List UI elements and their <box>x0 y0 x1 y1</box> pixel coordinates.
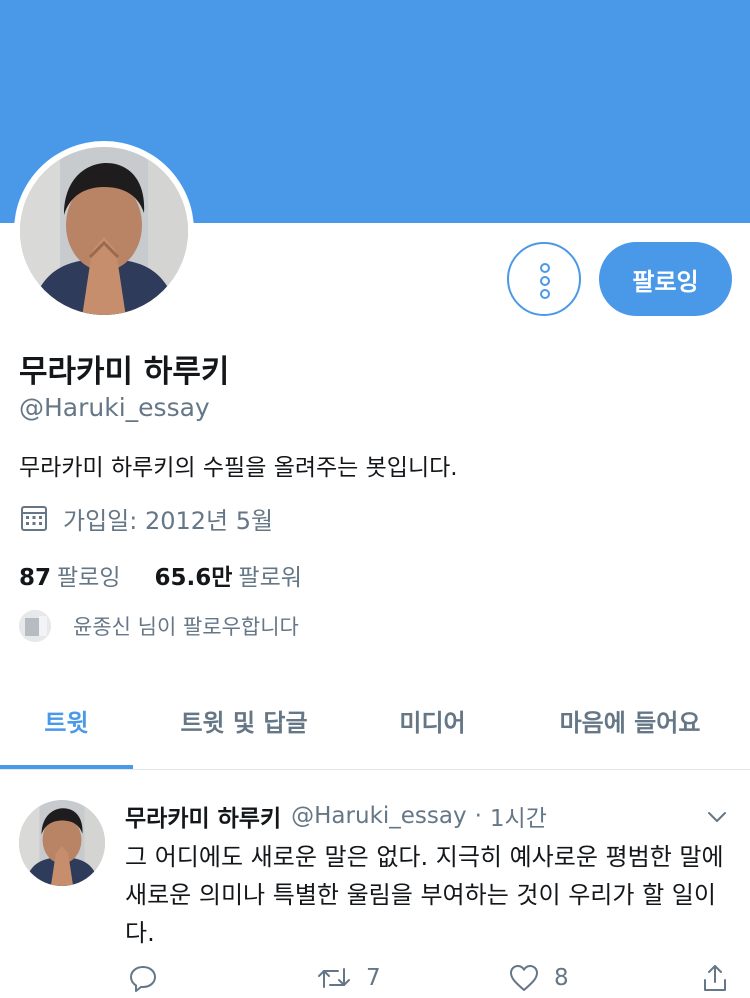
followers-label: 팔로워 <box>238 565 302 591</box>
reply-button[interactable] <box>128 958 172 998</box>
retweet-icon <box>318 968 350 988</box>
chevron-down-icon[interactable] <box>706 806 728 828</box>
retweet-button[interactable]: 7 <box>316 958 381 998</box>
tweet-text: 그 어디에도 새로운 말은 없다. 지극히 예사로운 평범한 말에 새로운 의미… <box>125 843 724 947</box>
profile-name: 무라카미 하루키 <box>19 354 230 390</box>
follower-avatar <box>19 610 51 642</box>
join-date: 가입일: 2012년 5월 <box>19 500 273 536</box>
profile-tabs: 트윗 트윗 및 답글 미디어 마음에 들어요 <box>0 672 750 770</box>
tweet-actions: 7 8 <box>0 958 750 998</box>
followed-by-text: 윤종신 님이 팔로우합니다 <box>73 615 299 639</box>
active-tab-indicator <box>0 765 133 769</box>
share-button[interactable] <box>700 958 730 998</box>
tab-tweets[interactable]: 트윗 <box>0 672 133 768</box>
tweet-author-handle[interactable]: @Haruki_essay <box>291 803 466 829</box>
heart-icon <box>510 965 538 991</box>
retweet-count: 7 <box>366 965 381 991</box>
avatar-photo <box>20 147 188 315</box>
tweet-separator: · <box>474 803 482 829</box>
tweet-header: 무라카미 하루키 @Haruki_essay · 1시간 <box>125 798 547 834</box>
profile-bio: 무라카미 하루키의 수필을 올려주는 봇입니다. <box>19 455 458 481</box>
following-label: 팔로잉 <box>57 565 121 591</box>
like-count: 8 <box>554 965 569 991</box>
join-date-text: 가입일: 2012년 5월 <box>63 506 274 535</box>
tab-likes[interactable]: 마음에 들어요 <box>510 672 750 768</box>
following-stat[interactable]: 87 팔로잉 <box>19 558 121 592</box>
tweet-time[interactable]: 1시간 <box>490 799 547 833</box>
like-button[interactable]: 8 <box>508 958 569 998</box>
tweet-author-name[interactable]: 무라카미 하루키 <box>125 799 281 833</box>
followers-stat[interactable]: 65.6만 팔로워 <box>155 558 302 592</box>
tab-media[interactable]: 미디어 <box>355 672 510 768</box>
tweet-avatar[interactable] <box>19 800 105 886</box>
calendar-icon <box>21 506 47 531</box>
reply-icon <box>130 966 156 992</box>
share-icon <box>704 965 726 991</box>
profile-avatar[interactable] <box>20 147 188 315</box>
profile-stats: 87 팔로잉 65.6만 팔로워 <box>19 558 302 592</box>
followers-count: 65.6만 <box>154 565 233 591</box>
followed-by[interactable]: 윤종신 님이 팔로우합니다 <box>19 610 299 642</box>
profile-handle: @Haruki_essay <box>19 393 210 422</box>
following-button[interactable]: 팔로잉 <box>599 242 732 316</box>
more-options-button[interactable] <box>507 242 581 316</box>
following-count: 87 <box>19 565 52 591</box>
tweet-avatar-photo <box>19 800 105 886</box>
tab-tweets-and-replies[interactable]: 트윗 및 답글 <box>133 672 355 768</box>
